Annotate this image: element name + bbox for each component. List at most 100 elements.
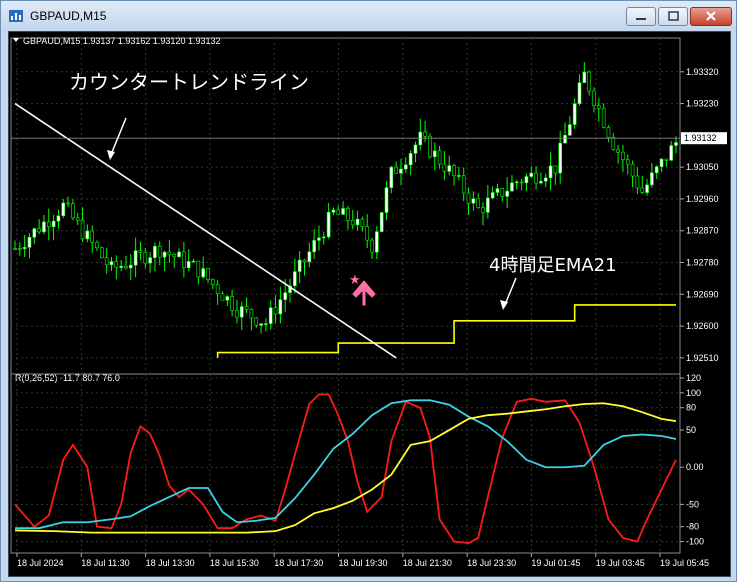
time-tick-label: 18 Jul 23:30 [467, 558, 516, 568]
candle-body [143, 252, 148, 264]
candle-body [32, 228, 37, 238]
candle-body [346, 208, 350, 221]
candle-body [239, 306, 244, 318]
minimize-button[interactable] [626, 7, 656, 26]
candle-body [442, 163, 447, 172]
candle-body [27, 236, 32, 248]
candle-body [548, 165, 553, 179]
candle-body [268, 307, 273, 324]
candle-body [399, 168, 403, 174]
candle-body [495, 188, 500, 193]
candle-body [625, 159, 630, 165]
time-tick-label: 18 Jul 17:30 [274, 558, 323, 568]
chart-area[interactable]: 1.93320 1.93230 1.93050 1.92960 1.92870 1.927… [8, 31, 731, 577]
candle-body [601, 107, 606, 128]
time-tick-label: 18 Jul 11:30 [81, 558, 129, 568]
candle-body [630, 163, 635, 177]
candle-body [95, 242, 99, 249]
price-tick-label: 1.92600 [686, 321, 719, 331]
candle-body [51, 220, 56, 227]
candle-body [71, 203, 75, 219]
time-tick-label: 18 Jul 13:30 [146, 558, 195, 568]
candle-body [466, 192, 471, 204]
candle-body [297, 259, 302, 272]
candle-body [46, 221, 51, 227]
candle-body [104, 257, 109, 266]
candle-body [61, 202, 66, 217]
candle-body [674, 142, 678, 146]
candle-body [654, 166, 659, 174]
candle-body [109, 261, 114, 266]
maximize-button[interactable] [658, 7, 688, 26]
candle-body [42, 221, 46, 233]
candle-body [606, 127, 611, 138]
candle-body [22, 247, 27, 249]
terminal-window: GBPAUD,M15 1.93320 1.93230 1.93050 1.92960 1… [0, 0, 737, 582]
chart-app-icon [9, 10, 23, 22]
candle-body [389, 166, 394, 188]
time-tick-label: 19 Jul 05:45 [660, 558, 709, 568]
candle-body [587, 71, 591, 92]
candle-body [597, 105, 601, 109]
price-tick-label: 1.92960 [686, 194, 719, 204]
candle-body [413, 144, 418, 154]
candle-body [461, 175, 466, 194]
candle-body [350, 220, 355, 226]
candle-body [326, 212, 331, 238]
candle-body [621, 151, 625, 160]
price-tick-label: 1.93050 [686, 162, 719, 172]
candle-body [423, 131, 427, 137]
candle-body [577, 82, 582, 104]
price-chart[interactable]: 1.93320 1.93230 1.93050 1.92960 1.92870 1.927… [9, 32, 730, 576]
candle-body [471, 198, 476, 204]
indicator-tick-label: 100 [686, 388, 701, 398]
candle-body [669, 145, 673, 161]
candle-body [80, 219, 85, 240]
indicator-tick-label: -100 [686, 537, 704, 547]
candle-body [254, 317, 259, 326]
indicator-tick-label: 120 [686, 373, 701, 383]
indicator-tick-label: -80 [686, 522, 699, 532]
candle-body [186, 261, 191, 269]
indicator-tick-label: 0.00 [686, 462, 704, 472]
dropdown-triangle-icon [13, 38, 19, 42]
signal-star-icon: ★ [349, 273, 361, 288]
candle-body [519, 181, 524, 184]
close-button[interactable] [690, 7, 732, 26]
time-tick-label: 18 Jul 2024 [17, 558, 64, 568]
candle-body [182, 251, 186, 269]
candle-body [524, 176, 529, 184]
candle-body [321, 236, 326, 239]
candle-body [375, 231, 379, 253]
time-tick-label: 18 Jul 19:30 [339, 558, 388, 568]
candle-body [75, 217, 80, 221]
candle-body [317, 237, 321, 241]
candle-body [90, 230, 94, 243]
candle-body [408, 153, 413, 166]
current-price-label: 1.93132 [684, 133, 717, 143]
candle-body [100, 247, 104, 259]
indicator-series-0 [14, 393, 677, 544]
price-tick-label: 1.92780 [686, 258, 719, 268]
restore-icon [668, 11, 679, 21]
candle-body [370, 239, 374, 253]
candle-body [235, 310, 239, 318]
candle-body [355, 218, 360, 226]
candle-body [302, 259, 307, 263]
price-tick-label: 1.93320 [686, 67, 719, 77]
candle-body [394, 166, 398, 174]
candle-body [336, 209, 341, 215]
candle-body [510, 182, 514, 192]
candle-body [56, 215, 61, 222]
candle-body [447, 165, 452, 172]
candle-body [481, 207, 485, 213]
ema-annotation: 4時間足EMA21 [489, 255, 617, 276]
candle-body [543, 177, 548, 182]
price-tick-label: 1.92690 [686, 289, 719, 299]
candle-body [529, 172, 534, 177]
candle-body [360, 218, 365, 227]
candle-body [206, 268, 210, 280]
candle-body [457, 175, 461, 177]
candle-body [505, 190, 509, 197]
title-bar[interactable]: GBPAUD,M15 [1, 1, 736, 31]
